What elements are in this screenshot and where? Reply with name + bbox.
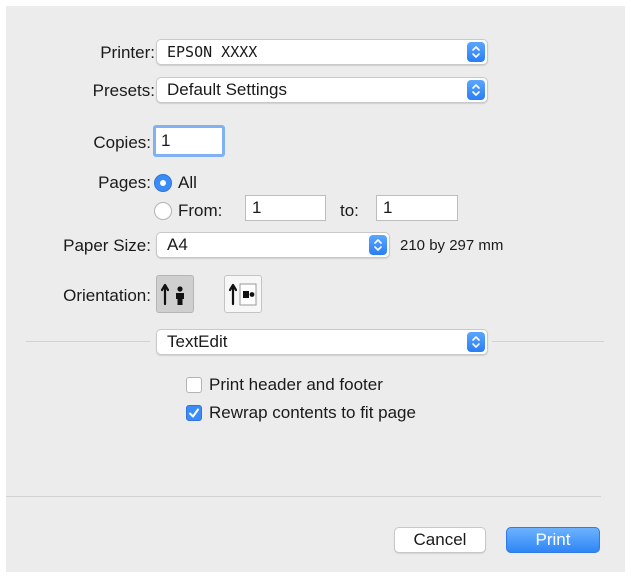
- copies-field[interactable]: 1: [153, 125, 225, 157]
- print-header-footer-label: Print header and footer: [209, 375, 383, 394]
- portrait-orientation-icon: [160, 283, 184, 306]
- orientation-label: Orientation:: [63, 286, 151, 305]
- presets-value: Default Settings: [167, 80, 288, 99]
- presets-popup[interactable]: Default Settings: [156, 77, 488, 103]
- updown-chevron-icon: [467, 80, 485, 100]
- updown-chevron-icon: [467, 42, 485, 62]
- paper-size-label: Paper Size:: [63, 236, 151, 255]
- checkmark-icon: [189, 408, 199, 418]
- printer-popup[interactable]: EPSON XXXX: [156, 39, 488, 65]
- section-divider-left: [26, 341, 150, 342]
- pages-label: Pages:: [98, 173, 151, 192]
- presets-label: Presets:: [92, 81, 155, 100]
- print-dialog: Printer: EPSON XXXX Presets: Default Set…: [6, 6, 625, 572]
- print-header-footer-checkbox[interactable]: [186, 377, 202, 393]
- paper-size-value: A4: [167, 235, 188, 254]
- pages-from-label: From:: [178, 201, 223, 220]
- printer-value: EPSON XXXX: [167, 43, 258, 61]
- footer-divider: [6, 496, 601, 497]
- copies-value: 1: [161, 131, 171, 150]
- cancel-button[interactable]: Cancel: [394, 527, 486, 553]
- pages-from-field[interactable]: 1: [245, 195, 326, 221]
- pages-to-value: 1: [383, 198, 393, 217]
- orientation-landscape-button[interactable]: [224, 275, 262, 313]
- print-button[interactable]: Print: [506, 527, 600, 553]
- copies-label: Copies:: [93, 133, 151, 152]
- rewrap-contents-label: Rewrap contents to fit page: [209, 403, 416, 422]
- paper-size-dimensions: 210 by 297 mm: [400, 237, 504, 254]
- pages-to-label: to:: [340, 201, 359, 220]
- pages-from-radio[interactable]: [154, 202, 172, 220]
- section-divider-right: [492, 341, 604, 342]
- section-value: TextEdit: [167, 332, 228, 351]
- updown-chevron-icon: [467, 332, 485, 352]
- paper-size-popup[interactable]: A4: [156, 232, 390, 258]
- pages-all-radio[interactable]: [154, 174, 172, 192]
- updown-chevron-icon: [369, 235, 387, 255]
- rewrap-contents-checkbox[interactable]: [186, 405, 202, 421]
- pages-from-value: 1: [252, 198, 262, 217]
- pages-to-field[interactable]: 1: [376, 195, 458, 221]
- printer-label: Printer:: [100, 43, 155, 62]
- landscape-orientation-icon: [228, 283, 257, 306]
- orientation-portrait-button[interactable]: [156, 275, 194, 313]
- pages-all-label: All: [178, 173, 197, 192]
- section-popup[interactable]: TextEdit: [156, 329, 488, 355]
